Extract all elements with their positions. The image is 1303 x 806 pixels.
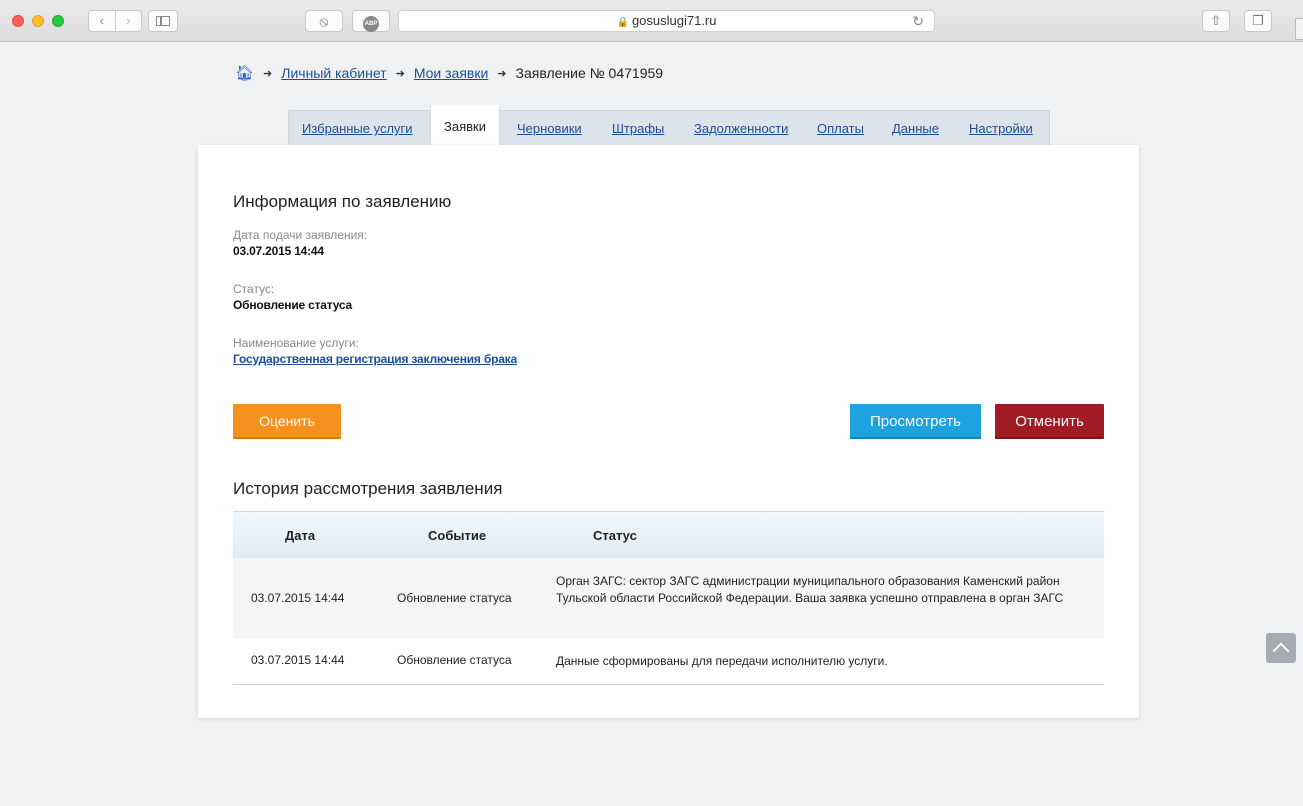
row-event: Обновление статуса: [397, 653, 512, 667]
history-nav: ‹ ›: [88, 10, 142, 32]
arrow-right-icon: ➜: [395, 67, 405, 80]
application-card: Информация по заявлению Дата подачи заяв…: [198, 145, 1139, 718]
lock-icon: 🔒: [616, 17, 629, 28]
tab-fines[interactable]: Штрафы: [612, 121, 664, 136]
sidebar-toggle-button[interactable]: [148, 10, 178, 32]
service-link[interactable]: Государственная регистрация заключения б…: [233, 352, 517, 366]
tabs-overview-button[interactable]: ❐: [1244, 10, 1272, 32]
tab-favorites[interactable]: Избранные услуги: [302, 121, 413, 136]
status-value: Обновление статуса: [233, 298, 352, 312]
forward-button[interactable]: ›: [114, 11, 142, 31]
rate-button[interactable]: Оценить: [233, 404, 341, 439]
tab-applications[interactable]: Заявки: [430, 105, 500, 146]
reload-icon[interactable]: ↻: [912, 11, 924, 31]
column-header-date: Дата: [285, 528, 316, 543]
cancel-button[interactable]: Отменить: [995, 404, 1104, 439]
table-header: Дата Событие Статус: [233, 511, 1104, 558]
tabs-icon: ❐: [1252, 13, 1264, 28]
adblock-button[interactable]: ABP: [352, 10, 390, 32]
adblock-icon: ABP: [363, 16, 379, 32]
home-icon[interactable]: 🏠︎: [235, 64, 254, 82]
view-button[interactable]: Просмотреть: [850, 404, 981, 439]
arrow-right-icon: ➜: [497, 67, 507, 80]
breadcrumb: 🏠︎ ➜ Личный кабинет ➜ Мои заявки ➜ Заявл…: [235, 64, 663, 82]
window-edge: [1295, 18, 1303, 40]
row-event: Обновление статуса: [397, 591, 512, 605]
back-button[interactable]: ‹: [89, 11, 115, 31]
window-close-button[interactable]: [12, 15, 24, 27]
share-button[interactable]: ⇧: [1202, 10, 1230, 32]
breadcrumb-applications-link[interactable]: Мои заявки: [414, 65, 488, 81]
tab-drafts[interactable]: Черновики: [517, 121, 582, 136]
column-header-event: Событие: [428, 528, 487, 543]
tab-debts[interactable]: Задолженности: [694, 121, 788, 136]
address-bar[interactable]: 🔒 gosuslugi71.ru ↻: [398, 10, 935, 32]
breadcrumb-cabinet-link[interactable]: Личный кабинет: [281, 65, 386, 81]
browser-toolbar: ‹ › ⦸ ABP 🔒 gosuslugi71.ru ↻ ⇧ ❐: [0, 0, 1303, 42]
arrow-right-icon: ➜: [263, 67, 273, 80]
row-date: 03.07.2015 14:44: [251, 591, 345, 605]
column-header-status: Статус: [593, 528, 637, 543]
extension-button[interactable]: ⦸: [305, 10, 343, 32]
row-status: Орган ЗАГС: сектор ЗАГС администрации му…: [556, 574, 1064, 605]
url-text: gosuslugi71.ru: [631, 13, 717, 28]
date-value: 03.07.2015 14:44: [233, 244, 324, 258]
tab-settings[interactable]: Настройки: [969, 121, 1033, 136]
row-date: 03.07.2015 14:44: [251, 653, 345, 667]
table-row: 03.07.2015 14:44 Обновление статуса Данн…: [233, 638, 1104, 685]
history-heading: История рассмотрения заявления: [233, 479, 503, 498]
window-maximize-button[interactable]: [52, 15, 64, 27]
table-row: 03.07.2015 14:44 Обновление статуса Орга…: [233, 558, 1104, 638]
window-minimize-button[interactable]: [32, 15, 44, 27]
history-table: Дата Событие Статус 03.07.2015 14:44 Обн…: [233, 511, 1104, 685]
date-label: Дата подачи заявления:: [233, 228, 368, 242]
tab-data[interactable]: Данные: [892, 121, 939, 136]
scroll-to-top-button[interactable]: [1266, 633, 1296, 663]
share-icon: ⇧: [1210, 13, 1222, 28]
tab-payments[interactable]: Оплаты: [817, 121, 864, 136]
sidebar-icon: [156, 16, 170, 26]
tab-bar: Избранные услуги Заявки Черновики Штрафы…: [288, 105, 1050, 146]
row-status: Данные сформированы для передачи исполни…: [556, 654, 888, 668]
breadcrumb-current: Заявление № 0471959: [515, 65, 664, 81]
status-label: Статус:: [233, 282, 275, 296]
info-heading: Информация по заявлению: [233, 192, 452, 211]
privacy-icon: ⦸: [319, 13, 329, 29]
service-label: Наименование услуги:: [233, 336, 359, 350]
